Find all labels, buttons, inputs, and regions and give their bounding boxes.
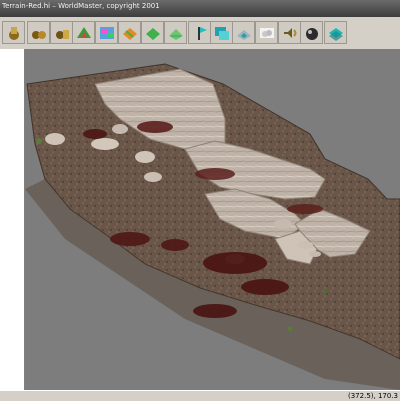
flag-marker-button[interactable]: [188, 21, 211, 44]
layer-grid-icon: [99, 26, 114, 39]
hand-tool-icon: [8, 26, 19, 40]
terrain-map-button[interactable]: [72, 21, 95, 44]
window-title: Terrain-Red.hi – WorldMaster, copyright …: [2, 2, 160, 10]
terrain-map-icon: [76, 26, 91, 38]
erosion-tool-icon: [236, 29, 251, 40]
morph-tool-icon: [55, 29, 69, 39]
raise-tool-button[interactable]: [164, 21, 187, 44]
erosion-tool-button[interactable]: [232, 21, 255, 44]
light-sphere-button[interactable]: [300, 21, 323, 44]
render-view-button[interactable]: [324, 21, 347, 44]
sky-clouds-button[interactable]: [255, 21, 278, 44]
title-bar: Terrain-Red.hi – WorldMaster, copyright …: [0, 0, 400, 17]
mesh-grid-icon: [122, 27, 137, 40]
toolbar: [0, 17, 400, 50]
raise-tool-icon: [168, 28, 183, 40]
morph-tool-button[interactable]: [50, 21, 73, 44]
water-tool-icon: [214, 26, 229, 40]
surface-grid-button[interactable]: [141, 21, 164, 44]
sky-clouds-icon: [259, 27, 274, 38]
mesh-grid-button[interactable]: [118, 21, 141, 44]
light-sphere-icon: [305, 27, 318, 40]
terrain-viewport[interactable]: [25, 49, 400, 390]
hand-tool-button[interactable]: [2, 21, 25, 44]
flag-marker-icon: [197, 26, 207, 40]
group-tool-button[interactable]: [27, 21, 50, 44]
surface-grid-icon: [145, 27, 160, 40]
terrain-3d-render: [25, 63, 400, 390]
group-tool-icon: [31, 30, 46, 39]
water-tool-button[interactable]: [210, 21, 233, 44]
status-bar: (372.5), 170.3: [0, 390, 400, 401]
layer-grid-button[interactable]: [95, 21, 118, 44]
render-view-icon: [328, 27, 343, 41]
sound-icon: [283, 27, 296, 38]
sound-button[interactable]: [278, 21, 301, 44]
left-panel: [0, 49, 25, 390]
